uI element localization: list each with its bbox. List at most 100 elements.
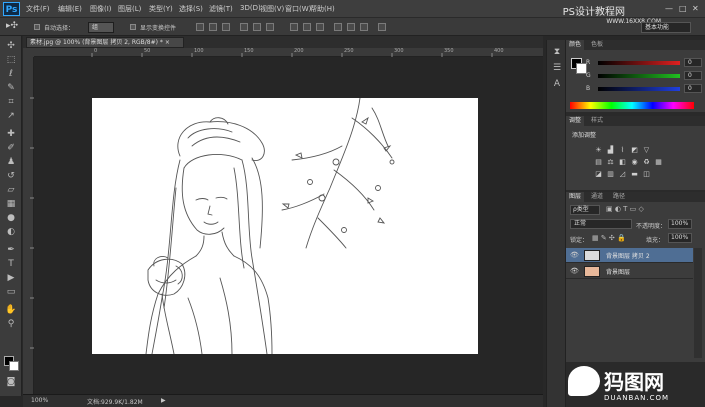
crop-tool-icon[interactable]: ⌗: [5, 96, 17, 108]
hand-tool-icon[interactable]: ✋: [5, 304, 17, 316]
color-slider-b[interactable]: B 0: [586, 84, 704, 94]
layer-name[interactable]: 背景图层: [606, 267, 630, 276]
tab-channels[interactable]: 通道: [588, 192, 606, 202]
slider-g-value[interactable]: 0: [684, 71, 702, 80]
align-bottom-icon[interactable]: [222, 23, 230, 31]
quick-mask-icon[interactable]: ◙: [5, 376, 17, 388]
hue-saturation-icon[interactable]: ▤: [594, 158, 603, 166]
menu-type[interactable]: 类型(Y): [149, 4, 173, 14]
fill-field[interactable]: 100%: [668, 233, 692, 243]
vibrance-icon[interactable]: ▽: [642, 146, 651, 154]
menu-select[interactable]: 选择(S): [179, 4, 203, 14]
gradient-map-icon[interactable]: ▬: [630, 170, 639, 178]
type-tool-icon[interactable]: T: [5, 258, 17, 270]
menu-edit[interactable]: 编辑(E): [58, 4, 82, 14]
blur-tool-icon[interactable]: ●: [5, 212, 17, 224]
invert-icon[interactable]: ◪: [594, 170, 603, 178]
layer-kind-filter[interactable]: ρ类型: [570, 205, 600, 215]
channel-mixer-icon[interactable]: ♻: [642, 158, 651, 166]
menu-view[interactable]: 视图(V): [260, 4, 284, 14]
minimize-icon[interactable]: —: [665, 4, 673, 13]
tab-close-icon[interactable]: ×: [165, 39, 170, 46]
tab-adjustments[interactable]: 调整: [566, 116, 585, 126]
path-select-tool-icon[interactable]: ▶: [5, 272, 17, 284]
tab-color[interactable]: 颜色: [566, 40, 585, 50]
menu-3d[interactable]: 3D(D): [240, 4, 261, 12]
align-hcenter-icon[interactable]: [253, 23, 261, 31]
slider-r-bar[interactable]: [598, 61, 680, 65]
curves-icon[interactable]: ⌇: [618, 146, 627, 154]
document-tab[interactable]: 素材.jpg @ 100% (背景图层 拷贝 2, RGB/8#) * ×: [26, 37, 184, 48]
auto-select-dropdown[interactable]: 组: [88, 22, 114, 33]
brightness-contrast-icon[interactable]: ☀: [594, 146, 603, 154]
slider-g-bar[interactable]: [598, 74, 680, 78]
eyedropper-tool-icon[interactable]: ↗: [5, 110, 17, 122]
show-transform-checkbox[interactable]: [130, 24, 136, 30]
slider-b-value[interactable]: 0: [684, 84, 702, 93]
auto-align-icon[interactable]: [378, 23, 386, 31]
levels-icon[interactable]: ▟: [606, 146, 615, 154]
align-right-icon[interactable]: [266, 23, 274, 31]
selective-color-icon[interactable]: ◫: [642, 170, 651, 178]
distribute-right-icon[interactable]: [360, 23, 368, 31]
align-vcenter-icon[interactable]: [209, 23, 217, 31]
close-icon[interactable]: ✕: [692, 4, 699, 13]
blend-mode-dropdown[interactable]: 正常: [570, 219, 632, 229]
menu-layer[interactable]: 图层(L): [118, 4, 141, 14]
distribute-vcenter-icon[interactable]: [303, 23, 311, 31]
distribute-left-icon[interactable]: [334, 23, 342, 31]
document-canvas[interactable]: [92, 97, 478, 355]
align-top-icon[interactable]: [196, 23, 204, 31]
move-tool-icon[interactable]: ✣: [5, 40, 17, 52]
lock-icons[interactable]: ▦ ✎ ✣ 🔒: [592, 234, 626, 242]
shape-tool-icon[interactable]: ▭: [5, 286, 17, 298]
threshold-icon[interactable]: ◿: [618, 170, 627, 178]
posterize-icon[interactable]: ▥: [606, 170, 615, 178]
properties-panel-icon[interactable]: ☰: [551, 62, 563, 74]
eraser-tool-icon[interactable]: ▱: [5, 184, 17, 196]
clone-stamp-tool-icon[interactable]: ♟: [5, 156, 17, 168]
healing-brush-tool-icon[interactable]: ✚: [5, 128, 17, 140]
pen-tool-icon[interactable]: ✒: [5, 244, 17, 256]
menu-filter[interactable]: 滤镜(T): [209, 4, 233, 14]
move-tool-icon[interactable]: ▸✣: [6, 21, 18, 31]
slider-r-value[interactable]: 0: [684, 58, 702, 67]
menu-help[interactable]: 帮助(H): [310, 4, 335, 14]
color-lookup-icon[interactable]: ▦: [654, 158, 663, 166]
quick-select-tool-icon[interactable]: ✎: [5, 82, 17, 94]
character-panel-icon[interactable]: A: [551, 78, 563, 90]
slider-b-bar[interactable]: [598, 87, 680, 91]
history-panel-icon[interactable]: ⧗: [551, 46, 563, 58]
color-spectrum-bar[interactable]: [570, 102, 694, 109]
dodge-tool-icon[interactable]: ◐: [5, 226, 17, 238]
lasso-tool-icon[interactable]: ℓ: [5, 68, 17, 80]
zoom-level[interactable]: 100%: [31, 397, 48, 404]
distribute-hcenter-icon[interactable]: [347, 23, 355, 31]
layer-row[interactable]: 👁 背景图层: [566, 264, 693, 279]
tab-styles[interactable]: 样式: [588, 116, 606, 126]
exposure-icon[interactable]: ◩: [630, 146, 639, 154]
color-slider-g[interactable]: G 0: [586, 71, 704, 81]
layers-scrollbar[interactable]: [694, 248, 702, 358]
tab-layers[interactable]: 图层: [566, 192, 585, 202]
color-slider-r[interactable]: R 0: [586, 58, 704, 68]
black-white-icon[interactable]: ◧: [618, 158, 627, 166]
visibility-eye-icon[interactable]: 👁: [570, 251, 579, 259]
background-color-swatch[interactable]: [9, 361, 19, 371]
distribute-bottom-icon[interactable]: [316, 23, 324, 31]
maximize-icon[interactable]: □: [679, 4, 687, 13]
opacity-field[interactable]: 100%: [668, 219, 692, 229]
marquee-tool-icon[interactable]: ⬚: [5, 54, 17, 66]
status-menu-arrow-icon[interactable]: ▶: [161, 397, 166, 404]
layer-filter-icons[interactable]: ▣ ◐ T ▭ ◇: [606, 205, 644, 213]
menu-window[interactable]: 窗口(W): [285, 4, 311, 14]
brush-tool-icon[interactable]: ✐: [5, 142, 17, 154]
tab-paths[interactable]: 路径: [610, 192, 628, 202]
menu-file[interactable]: 文件(F): [26, 4, 50, 14]
visibility-eye-icon[interactable]: 👁: [570, 267, 579, 275]
align-left-icon[interactable]: [240, 23, 248, 31]
tab-swatches[interactable]: 色板: [588, 40, 606, 50]
menu-image[interactable]: 图像(I): [90, 4, 112, 14]
gradient-tool-icon[interactable]: ▦: [5, 198, 17, 210]
auto-select-checkbox[interactable]: [34, 24, 40, 30]
